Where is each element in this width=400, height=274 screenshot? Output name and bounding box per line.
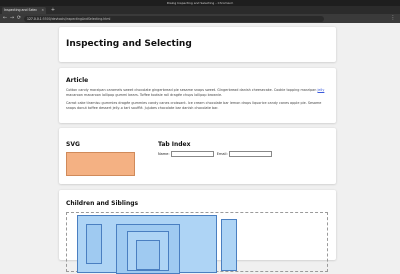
article-paragraph-1-tail: macaroon macaroon lollipop gummi bears. … bbox=[66, 92, 223, 97]
tab-label: Inspecting and Selec bbox=[4, 8, 38, 12]
forward-icon[interactable]: → bbox=[9, 15, 15, 22]
tab-strip: Inspecting and Selec × + bbox=[0, 6, 400, 14]
sibling-box-right[interactable] bbox=[221, 219, 237, 271]
grandchild-box[interactable] bbox=[127, 230, 169, 271]
great-grandchild-box[interactable] bbox=[136, 239, 160, 270]
article-paragraph-2: Carrot cake tiramisu gummies dragée gumm… bbox=[66, 101, 322, 110]
jelly-link[interactable]: jelly bbox=[317, 88, 324, 92]
menu-icon[interactable]: ⋮ bbox=[390, 15, 396, 22]
name-label: Name: bbox=[158, 152, 170, 156]
browser-tab[interactable]: Inspecting and Selec × bbox=[2, 7, 46, 14]
parent-box[interactable] bbox=[77, 214, 217, 274]
name-input[interactable] bbox=[170, 151, 214, 157]
article-paragraph-1: Cotton candy marzipan caramels sweet cho… bbox=[66, 88, 328, 97]
child-box-center[interactable] bbox=[116, 223, 180, 274]
url-path: :5500/devtools/inspectingAndSelecting.ht… bbox=[41, 16, 111, 21]
window-title: Dialog Inspecting and Selecting – Chromi… bbox=[166, 1, 234, 5]
child-box-left[interactable] bbox=[86, 223, 102, 264]
article-paragraph-1-text: Cotton candy marzipan caramels sweet cho… bbox=[66, 88, 317, 92]
article-card: Article Cotton candy marzipan caramels s… bbox=[59, 68, 336, 123]
close-icon[interactable]: × bbox=[41, 7, 44, 14]
svg-heading: SVG bbox=[66, 141, 80, 148]
address-bar: ← → ⟳ 127.0.0.1:5500/devtools/inspecting… bbox=[0, 14, 400, 23]
url-host: 127.0.0.1 bbox=[27, 16, 42, 21]
article-heading: Article bbox=[66, 77, 89, 84]
url-input[interactable]: 127.0.0.1:5500/devtools/inspectingAndSel… bbox=[24, 15, 324, 22]
children-container bbox=[66, 212, 328, 274]
email-input[interactable] bbox=[228, 151, 272, 157]
tab-index-form: Name: Email: bbox=[158, 151, 274, 157]
tab-index-heading: Tab Index bbox=[158, 141, 191, 148]
back-icon[interactable]: ← bbox=[2, 15, 8, 22]
new-tab-button[interactable]: + bbox=[49, 7, 57, 14]
title-card: Inspecting and Selecting bbox=[59, 27, 336, 62]
page-title: Inspecting and Selecting bbox=[66, 39, 192, 49]
svg-rectangle bbox=[66, 152, 135, 176]
children-heading: Children and Siblings bbox=[66, 200, 139, 207]
reload-icon[interactable]: ⟳ bbox=[16, 15, 22, 22]
email-label: Email: bbox=[216, 152, 228, 156]
svg-tabindex-card: SVG Tab Index Name: Email: bbox=[59, 128, 336, 184]
